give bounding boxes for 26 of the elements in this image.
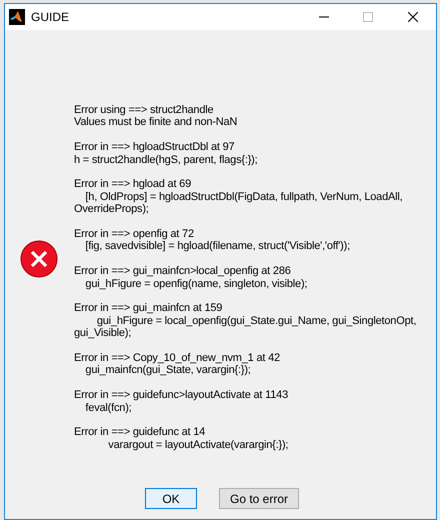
error-line: h = struct2handle(hgS, parent, flags{:}); bbox=[74, 154, 258, 166]
error-line: [fig, savedvisible] = hgload(filename, struct('Visible','off')); bbox=[84, 240, 350, 253]
close-icon[interactable] bbox=[408, 12, 418, 22]
error-line: gui_mainfcn(gui_State, varargin{:}); bbox=[84, 364, 251, 377]
error-line: OverrideProps); bbox=[74, 203, 149, 216]
go-to-error-button[interactable]: Go to error bbox=[219, 488, 300, 509]
error-line: Error in ==> guidefunc>layoutActivate at 1143 bbox=[74, 389, 288, 402]
error-icon bbox=[20, 240, 58, 278]
error-line: Error in ==> gui_mainfcn at 159 bbox=[74, 302, 222, 315]
ok-button[interactable]: OK bbox=[145, 488, 197, 509]
error-line: Values must be finite and non-NaN bbox=[74, 116, 238, 129]
error-line: Error using ==> struct2handle bbox=[74, 104, 214, 116]
error-line: gui_hFigure = local_openfig(gui_State.gui_Name, gui_SingletonOpt, bbox=[96, 314, 416, 328]
error-line: Error in ==> openfig at 72 bbox=[74, 228, 194, 240]
error-line: Error in ==> Copy_10_of_new_nvm_1 at 42 bbox=[74, 352, 280, 364]
error-line: gui_Visible); bbox=[74, 327, 132, 340]
error-line: Error in ==> gui_mainfcn>local_openfig at 286 bbox=[74, 265, 291, 278]
error-line: feval(fcn); bbox=[84, 402, 132, 414]
app-icon bbox=[9, 9, 25, 25]
error-line: [h, OldProps] = hgloadStructDbl(FigData, fullpath, VerNum, LoadAll, bbox=[84, 190, 402, 204]
error-line: Error in ==> hgloadStructDbl at 97 bbox=[74, 141, 234, 154]
error-line: Error in ==> guidefunc at 14 bbox=[74, 426, 206, 439]
error-line: gui_hFigure = openfig(name, singleton, visible); bbox=[84, 278, 308, 290]
error-line: varargout = layoutActivate(varargin{:}); bbox=[107, 438, 288, 452]
error-line: Error in ==> hgload at 69 bbox=[74, 178, 191, 191]
window-title: GUIDE bbox=[31, 9, 70, 26]
